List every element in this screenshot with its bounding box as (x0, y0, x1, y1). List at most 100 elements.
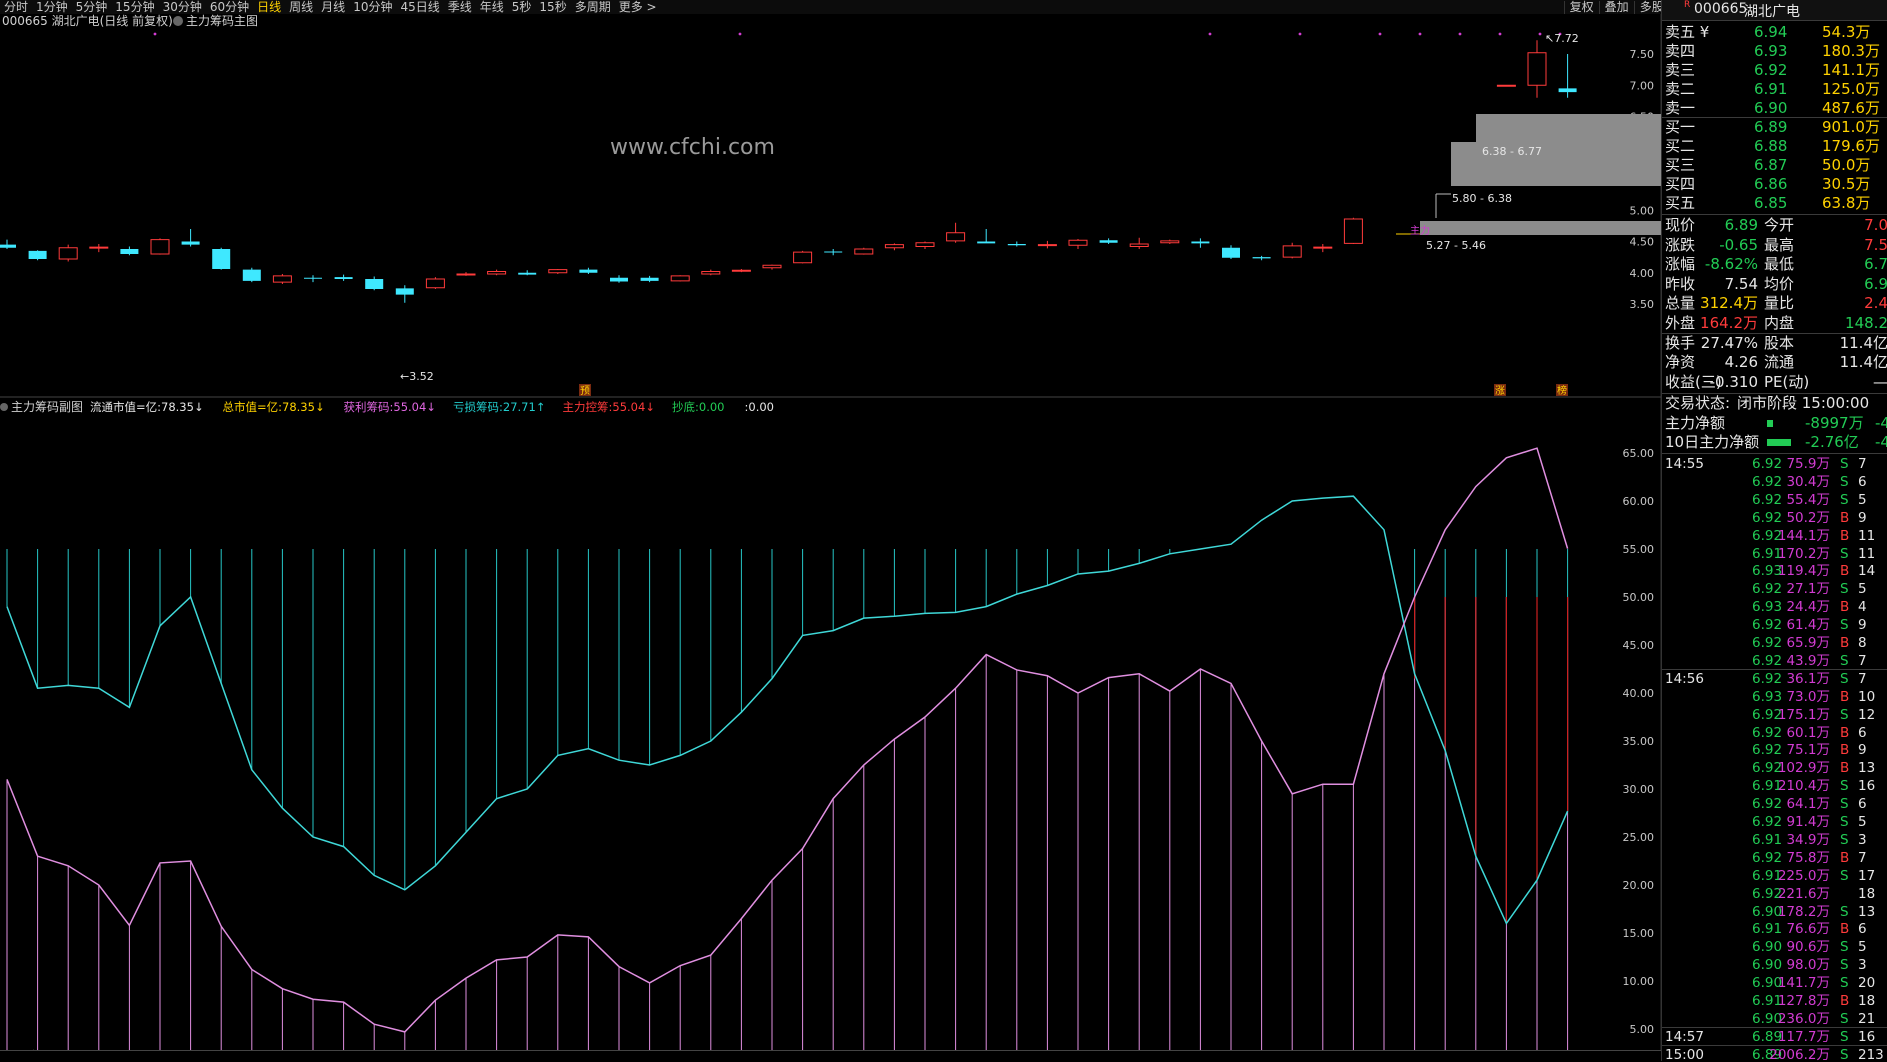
period-tab-4[interactable]: 30分钟 (159, 1, 206, 14)
tick-count: 20 (1858, 975, 1876, 992)
tick-row[interactable]: 6.93 119.4万 B 14 (1662, 562, 1887, 580)
kline-chart-area[interactable]: 7.507.006.506.005.505.004.504.003.500006… (0, 14, 1661, 1061)
tick-row[interactable]: 6.93 24.4万 B 4 (1662, 598, 1887, 616)
period-tab-14[interactable]: 15秒 (535, 1, 570, 14)
toolbar-button-1[interactable]: 叠加 (1598, 1, 1634, 14)
candle-body (824, 251, 843, 253)
tick-count: 7 (1858, 849, 1867, 866)
sub-legend-label: 流通市值=亿: (90, 400, 161, 414)
tick-row[interactable]: 6.92 65.9万 B 8 (1662, 634, 1887, 652)
tick-row[interactable]: 6.91 127.8万 B 18 (1662, 992, 1887, 1010)
quote-stat-row: 现价 6.89 今开 7.0 (1662, 216, 1887, 235)
period-tab-6[interactable]: 日线 (253, 1, 285, 14)
tick-count: 3 (1858, 957, 1867, 974)
tick-row[interactable]: 6.91 210.4万 S 16 (1662, 777, 1887, 795)
tick-volume: 73.0万 (1786, 688, 1830, 705)
period-tab-10[interactable]: 45日线 (396, 1, 443, 14)
tick-row[interactable]: 6.92 91.4万 S 5 (1662, 813, 1887, 831)
tick-row[interactable]: 6.90 90.6万 S 5 (1662, 938, 1887, 956)
order-book-row[interactable]: 买一 6.89 901.0万 (1662, 118, 1887, 137)
tick-row[interactable]: 6.91 34.9万 S 3 (1662, 831, 1887, 849)
period-tab-13[interactable]: 5秒 (508, 1, 536, 14)
tick-row[interactable]: 14:57 6.89 117.7万 S 16 (1662, 1028, 1887, 1046)
signal-dot (738, 32, 742, 36)
order-book-row[interactable]: 买五 6.85 63.8万 (1662, 194, 1887, 213)
tick-side: S (1840, 975, 1849, 992)
sub-legend-value: 78.35↓ (282, 400, 325, 414)
tick-row[interactable]: 6.90 236.0万 S 21 (1662, 1010, 1887, 1028)
candle-body (1222, 247, 1240, 258)
net-flow-label: 10日主力净额 (1665, 433, 1760, 451)
period-tab-15[interactable]: 多周期 (571, 1, 615, 14)
tick-volume: 75.9万 (1786, 456, 1830, 472)
tick-row[interactable]: 6.90 98.0万 S 3 (1662, 956, 1887, 974)
order-volume: 30.5万 (1822, 175, 1871, 193)
order-level-label: 买三 (1665, 156, 1696, 174)
tick-row[interactable]: 6.91 170.2万 S 11 (1662, 545, 1887, 563)
tick-side: B (1840, 527, 1850, 544)
order-book-row[interactable]: 买三 6.87 50.0万 (1662, 156, 1887, 175)
tick-row[interactable]: 6.92 60.1万 B 6 (1662, 724, 1887, 742)
sub-y-tick: 50.00 (1623, 591, 1655, 604)
tick-row[interactable]: 6.92 175.1万 S 12 (1662, 706, 1887, 724)
order-book-row[interactable]: 卖四 6.93 180.3万 (1662, 42, 1887, 61)
main-indicator-name: 主力筹码主图 (186, 14, 258, 28)
tick-side: B (1840, 509, 1850, 526)
order-book-row[interactable]: 卖二 6.91 125.0万 (1662, 80, 1887, 99)
tick-side: S (1840, 831, 1849, 848)
tick-row[interactable]: 6.92 64.1万 S 6 (1662, 795, 1887, 813)
tick-row[interactable]: 6.92 61.4万 S 9 (1662, 616, 1887, 634)
period-tab-12[interactable]: 年线 (476, 1, 508, 14)
tick-row[interactable]: 6.92 221.6万 18 (1662, 885, 1887, 903)
period-tab-16[interactable]: 更多 > (615, 1, 661, 14)
tick-row[interactable]: 14:55 6.92 75.9万 S 7 (1662, 455, 1887, 473)
period-tab-9[interactable]: 10分钟 (349, 1, 396, 14)
order-book-row[interactable]: 买二 6.88 179.6万 (1662, 137, 1887, 156)
period-tab-11[interactable]: 季线 (444, 1, 476, 14)
tick-row[interactable]: 6.92 27.1万 S 5 (1662, 580, 1887, 598)
tick-row[interactable]: 6.92 30.4万 S 6 (1662, 473, 1887, 491)
tick-count: 5 (1858, 939, 1867, 956)
tick-row[interactable]: 6.92 102.9万 B 13 (1662, 759, 1887, 777)
candle-body (242, 269, 261, 281)
tick-count: 3 (1858, 831, 1867, 848)
tick-row[interactable]: 14:56 6.92 36.1万 S 7 (1662, 670, 1887, 688)
tick-row[interactable]: 6.91 225.0万 S 17 (1662, 867, 1887, 885)
tick-row[interactable]: 6.92 50.2万 B 9 (1662, 509, 1887, 527)
event-marker: 涨 (1495, 385, 1505, 397)
order-book-row[interactable]: 卖五 ¥ 6.94 54.3万 (1662, 23, 1887, 42)
period-tab-1[interactable]: 1分钟 (32, 1, 72, 14)
period-tab-2[interactable]: 5分钟 (72, 1, 112, 14)
period-tab-8[interactable]: 月线 (317, 1, 349, 14)
tick-row[interactable]: 6.92 55.4万 S 5 (1662, 491, 1887, 509)
tick-price: 6.92 (1752, 849, 1783, 866)
tick-row[interactable]: 6.91 76.6万 B 6 (1662, 920, 1887, 938)
tick-side: B (1840, 993, 1850, 1009)
tick-volume: 178.2万 (1777, 903, 1830, 920)
tick-row[interactable]: 6.92 75.8万 B 7 (1662, 849, 1887, 867)
order-book-row[interactable]: 卖三 6.92 141.1万 (1662, 61, 1887, 80)
tick-row[interactable]: 6.92 75.1万 B 9 (1662, 741, 1887, 759)
period-tab-5[interactable]: 60分钟 (206, 1, 253, 14)
order-level-label: 卖二 (1665, 80, 1696, 98)
candle-body (1099, 240, 1118, 243)
tick-row[interactable]: 6.92 144.1万 B 11 (1662, 527, 1887, 545)
toolbar-button-0[interactable]: 复权 (1563, 1, 1599, 14)
tick-time: 14:55 (1665, 456, 1704, 472)
tick-row[interactable]: 6.90 178.2万 S 13 (1662, 903, 1887, 921)
period-tab-0[interactable]: 分时 (0, 1, 32, 14)
candle-body (395, 288, 414, 295)
order-book-row[interactable]: 卖一 6.90 487.6万 (1662, 99, 1887, 118)
stat-value: 164.2万 (1700, 314, 1758, 332)
tick-row[interactable]: 15:00 6.89 2006.2万 S 213 (1662, 1046, 1887, 1061)
stat-label: 昨收 (1665, 274, 1696, 293)
tick-row[interactable]: 6.92 43.9万 S 7 (1662, 652, 1887, 670)
period-tab-3[interactable]: 15分钟 (111, 1, 158, 14)
tick-side: S (1840, 1046, 1849, 1061)
main-y-tick: 7.50 (1630, 48, 1655, 61)
tick-row[interactable]: 6.90 141.7万 S 20 (1662, 974, 1887, 992)
order-book-row[interactable]: 买四 6.86 30.5万 (1662, 175, 1887, 194)
tick-row[interactable]: 6.93 73.0万 B 10 (1662, 688, 1887, 706)
period-tab-7[interactable]: 周线 (285, 1, 317, 14)
order-volume: 487.6万 (1822, 99, 1880, 117)
